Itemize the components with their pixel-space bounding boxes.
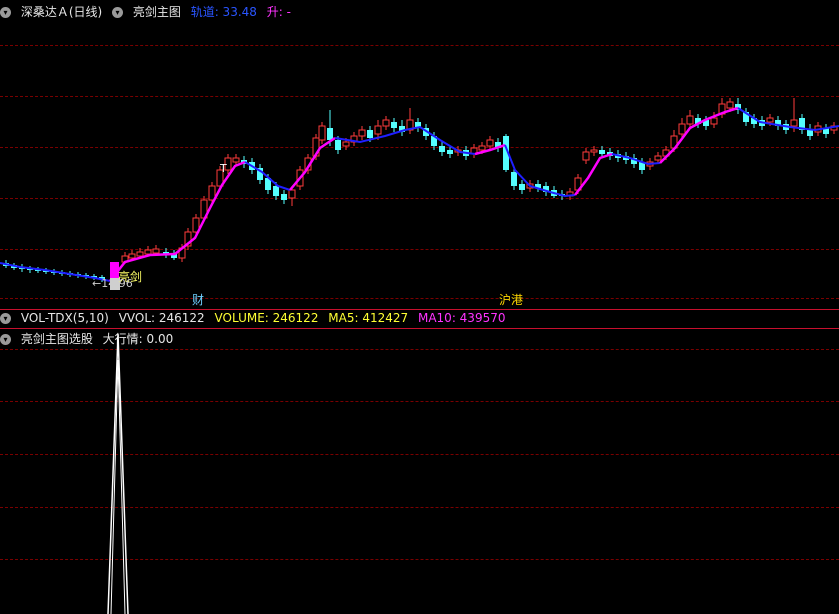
candle-body [281,194,287,200]
low-price-label: ←14.96 [92,277,133,290]
ma5-value: MA5: 412427 [328,311,409,325]
vvol-value: VVOL: 246122 [118,311,205,325]
candle-body [273,186,279,196]
candle-body [318,125,326,141]
candle-body [686,115,694,125]
candle-body [519,184,525,190]
candle-body [367,130,373,138]
candle-body [144,249,152,255]
t-marker: T [219,162,227,175]
candle-body [342,141,350,147]
candle-body [478,145,486,151]
price-chart[interactable]: 亮剑 ←14.96 T 财 沪港 [0,0,839,310]
candle-body [654,155,662,161]
signal-chart[interactable] [0,330,839,614]
candle-body [486,139,494,147]
candle-body [288,189,296,199]
candle-body [382,119,390,127]
candle-body [439,146,445,152]
candle-body [232,157,240,163]
hk-connect-marker: 沪港 [499,293,523,307]
trend-line-up [109,160,246,282]
candle-body [152,248,160,254]
candle-body [807,130,813,136]
volume-panel-header: ▾ VOL-TDX(5,10) VVOL: 246122 VOLUME: 246… [0,310,511,326]
trend-line-up [574,152,613,196]
candle-body [582,151,590,161]
candle-body [358,129,366,137]
financial-report-marker: 财 [192,293,204,307]
candle-body [128,253,136,259]
candle-body [335,140,341,150]
candle-body [726,101,734,109]
volume-indicator-name[interactable]: VOL-TDX(5,10) [21,311,109,325]
trend-line-down [504,144,576,198]
candle-body [374,125,382,135]
ma10-value: MA10: 439570 [417,311,506,325]
candle-body [590,149,598,153]
candle-body [790,119,798,127]
candle-body [766,117,774,123]
candle-body [136,251,144,257]
candle-body [327,128,333,140]
candle-body [678,123,686,135]
dropdown-icon[interactable]: ▾ [0,313,11,324]
candle-body [391,122,397,128]
volume-value: VOLUME: 246122 [214,311,319,325]
candle-body [599,150,605,154]
candle-body [447,150,453,154]
candle-body [710,117,718,125]
candle-body [511,172,517,186]
